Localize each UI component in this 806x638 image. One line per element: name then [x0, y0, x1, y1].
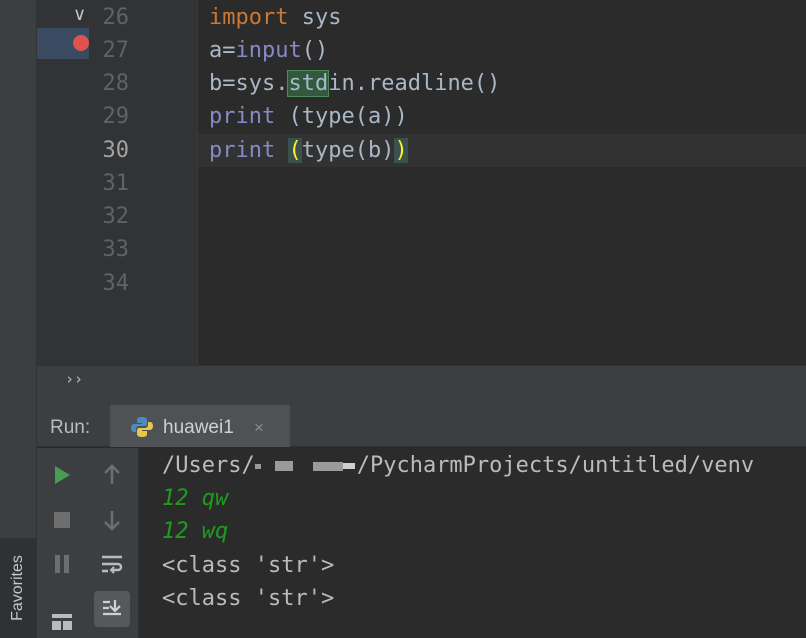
favorites-label[interactable]: Favorites	[9, 555, 27, 621]
run-tab-label[interactable]: huawei1	[163, 417, 234, 439]
line-number: 29	[102, 104, 130, 129]
matched-bracket: (	[288, 138, 302, 163]
builtin-token: print	[209, 104, 276, 129]
line-number-current: 30	[102, 138, 130, 163]
code-line[interactable]: a=input()	[209, 34, 328, 67]
matched-bracket: )	[394, 138, 408, 163]
code-token: sys.	[235, 71, 289, 96]
line-number: 27	[102, 38, 130, 63]
redaction-mark	[254, 463, 261, 469]
line-number: 34	[102, 271, 130, 296]
editor-status-bar	[37, 365, 806, 405]
console-input-line: 12 wq	[162, 519, 229, 544]
code-line[interactable]: import sys	[209, 1, 341, 34]
variable-token: b	[209, 71, 223, 96]
code-token: sys	[288, 5, 342, 30]
more-tools-chevron-icon[interactable]: ››	[65, 370, 83, 388]
soft-wrap-icon[interactable]	[94, 546, 130, 582]
builtin-token: input	[235, 38, 302, 63]
code-token: in.readline()	[328, 71, 501, 96]
code-token: type(b)	[301, 138, 395, 163]
keyword-token: import	[209, 5, 289, 30]
operator-token: =	[222, 38, 236, 63]
console-path-start: /Users/	[162, 453, 255, 478]
scroll-to-end-icon[interactable]	[94, 591, 130, 627]
run-icon[interactable]	[44, 457, 80, 493]
redaction-mark	[342, 463, 355, 469]
builtin-token: print	[209, 138, 276, 163]
operator-token: =	[222, 71, 236, 96]
fold-chevron-icon[interactable]: ∨	[73, 4, 86, 25]
code-token: ()	[301, 38, 329, 63]
breakpoint-icon[interactable]	[73, 35, 89, 51]
code-line[interactable]: b=sys.stdin.readline()	[209, 67, 500, 100]
code-line-current[interactable]: print (type(b))	[209, 134, 408, 167]
redaction-mark	[274, 461, 293, 471]
variable-token: a	[209, 38, 223, 63]
console-output-line: <class 'str'>	[162, 586, 335, 611]
console-path-end: /PycharmProjects/untitled/venv	[356, 453, 755, 478]
redaction-mark	[312, 461, 343, 471]
line-number: 33	[102, 237, 130, 262]
pause-icon[interactable]	[44, 546, 80, 582]
line-number: 28	[102, 71, 130, 96]
line-number: 26	[102, 5, 130, 30]
code-token: (type(a))	[275, 104, 408, 129]
close-icon[interactable]: ×	[254, 418, 264, 438]
line-number: 32	[102, 204, 130, 229]
layout-icon[interactable]	[44, 604, 80, 638]
console-path-line: /Users/ /PycharmProjects/untitled/venv	[162, 449, 754, 482]
run-panel-title: Run:	[50, 417, 91, 438]
python-icon	[131, 417, 153, 437]
down-arrow-icon[interactable]	[94, 502, 130, 538]
highlighted-token: std	[287, 70, 330, 97]
stop-icon[interactable]	[44, 502, 80, 538]
line-number: 31	[102, 171, 130, 196]
console-input-line: 12 qw	[162, 486, 229, 511]
up-arrow-icon[interactable]	[94, 457, 130, 493]
console-output-line: <class 'str'>	[162, 553, 335, 578]
code-line[interactable]: print (type(a))	[209, 100, 408, 133]
